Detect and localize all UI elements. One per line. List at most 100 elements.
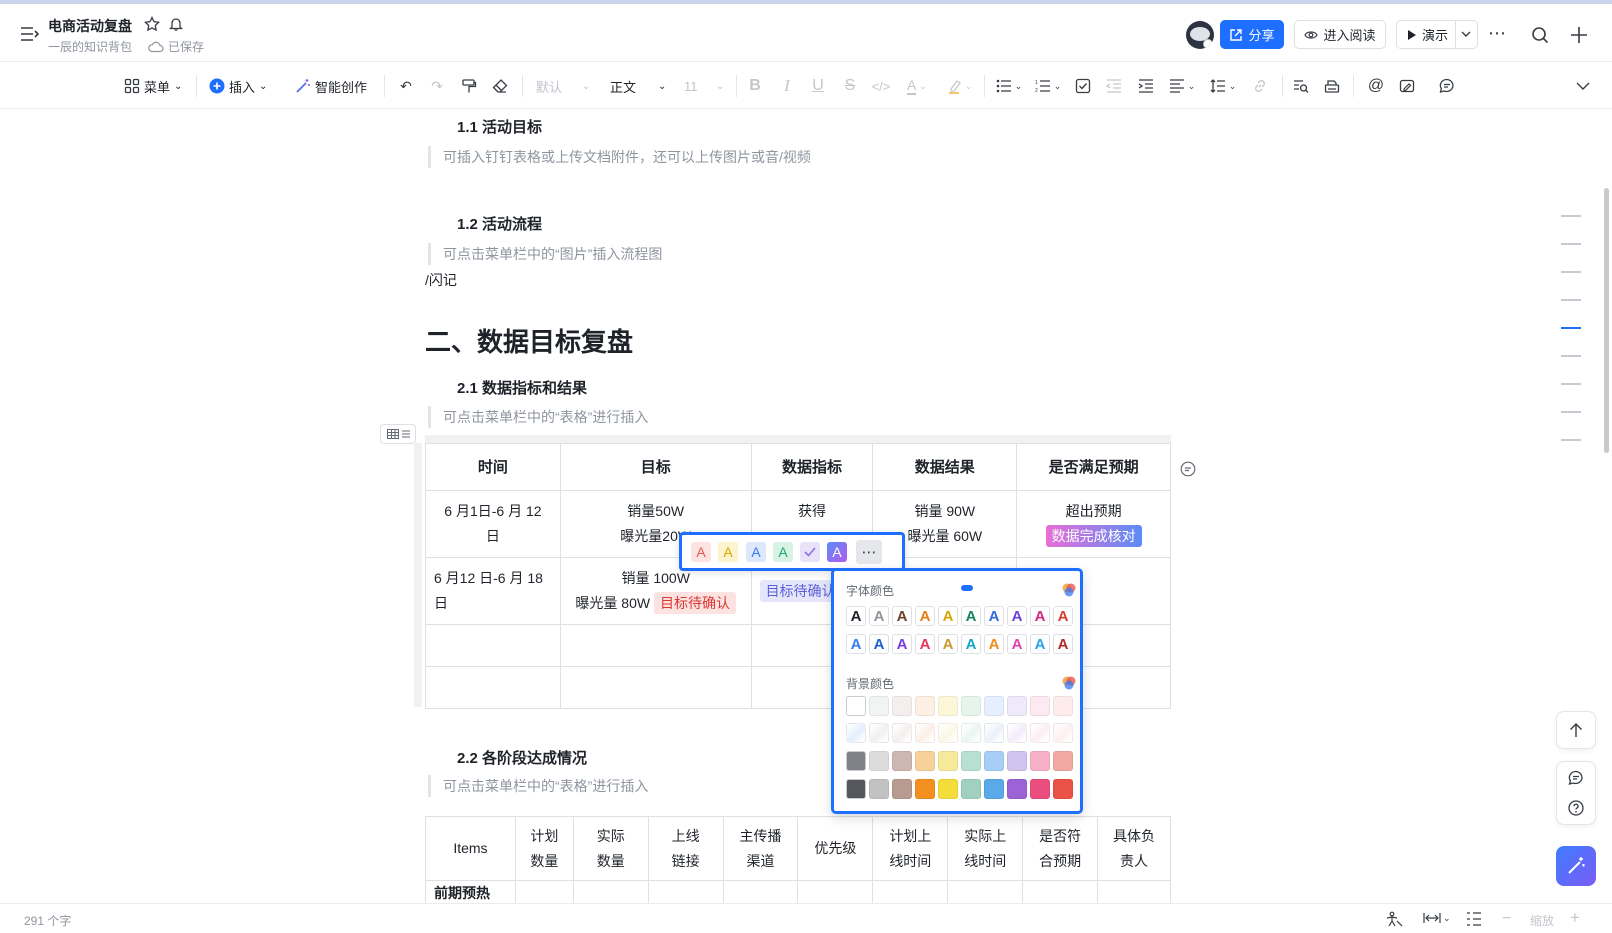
outdent-icon[interactable] xyxy=(1104,76,1124,96)
ai-create-button[interactable]: 智能创作 xyxy=(295,75,367,97)
feedback-icon[interactable] xyxy=(1568,770,1584,786)
more-options-icon[interactable]: ⋯ xyxy=(1488,24,1506,42)
outline-marker[interactable] xyxy=(1561,299,1581,301)
insert-button[interactable]: 插入 ⌄ xyxy=(209,75,267,97)
more-colors-icon[interactable]: ⋯ xyxy=(856,540,882,564)
background-color-swatch[interactable] xyxy=(869,779,889,799)
accessibility-icon[interactable] xyxy=(1385,911,1403,927)
table-column-rail[interactable] xyxy=(425,435,1171,443)
bold-icon[interactable]: B xyxy=(745,76,765,96)
font-color-swatch[interactable]: A xyxy=(915,634,935,654)
ai-assistant-button[interactable] xyxy=(1556,846,1596,886)
column-header[interactable]: 具体负 责人 xyxy=(1097,816,1171,881)
find-replace-icon[interactable] xyxy=(1291,76,1311,96)
background-color-swatch[interactable] xyxy=(1007,696,1027,716)
background-color-swatch[interactable] xyxy=(846,723,866,743)
background-color-swatch[interactable] xyxy=(961,696,981,716)
outline-marker[interactable] xyxy=(1561,383,1581,385)
background-color-swatch[interactable] xyxy=(984,723,1004,743)
table-handle[interactable] xyxy=(380,424,416,444)
column-header[interactable]: 是否符 合预期 xyxy=(1022,816,1099,881)
highlight-icon[interactable]: ⌄ xyxy=(945,76,975,96)
heading-data-review[interactable]: 二、数据目标复盘 xyxy=(425,322,633,359)
background-color-swatch[interactable] xyxy=(892,696,912,716)
reading-mode-button[interactable]: 进入阅读 xyxy=(1294,20,1386,49)
quick-color-purple[interactable] xyxy=(800,542,820,562)
quick-color-green[interactable]: A xyxy=(773,542,793,562)
edit-image-icon[interactable] xyxy=(1397,76,1417,96)
background-color-swatch[interactable] xyxy=(915,696,935,716)
background-color-swatch[interactable] xyxy=(1030,779,1050,799)
typewriter-icon[interactable] xyxy=(1322,76,1342,96)
column-header[interactable]: 上线 链接 xyxy=(647,816,724,881)
outline-marker[interactable] xyxy=(1561,271,1581,273)
zoom-out-icon[interactable]: − xyxy=(1502,910,1511,928)
bullet-list-icon[interactable]: ⌄ xyxy=(994,76,1024,96)
document-title[interactable]: 电商活动复盘 xyxy=(48,16,132,36)
font-color-swatch[interactable]: A xyxy=(892,634,912,654)
column-header-result[interactable]: 数据结果 xyxy=(872,443,1018,491)
bell-icon[interactable] xyxy=(168,16,184,32)
background-color-swatch[interactable] xyxy=(846,696,866,716)
font-color-swatch[interactable]: A xyxy=(1030,634,1050,654)
font-color-swatch[interactable]: A xyxy=(869,606,889,626)
background-color-swatch[interactable] xyxy=(1007,723,1027,743)
help-icon[interactable] xyxy=(1568,800,1584,816)
background-color-swatch[interactable] xyxy=(1007,751,1027,771)
star-icon[interactable] xyxy=(144,16,160,32)
status-tag[interactable]: 数据完成核对 xyxy=(1045,525,1142,547)
font-color-swatch[interactable]: A xyxy=(915,606,935,626)
outline-marker[interactable] xyxy=(1561,243,1581,245)
background-color-swatch[interactable] xyxy=(984,779,1004,799)
background-color-swatch[interactable] xyxy=(938,696,958,716)
outline-marker[interactable] xyxy=(1561,411,1581,413)
column-header-expectation[interactable]: 是否满足预期 xyxy=(1016,443,1171,491)
background-color-swatch[interactable] xyxy=(1053,723,1073,743)
font-color-swatch[interactable]: A xyxy=(1007,634,1027,654)
mention-icon[interactable]: @ xyxy=(1366,76,1386,96)
search-icon[interactable] xyxy=(1531,26,1549,44)
font-color-swatch[interactable]: A xyxy=(1053,606,1073,626)
background-color-swatch[interactable] xyxy=(1030,696,1050,716)
custom-background-color-icon[interactable] xyxy=(1061,675,1077,691)
background-color-swatch[interactable] xyxy=(892,779,912,799)
column-header-time[interactable]: 时间 xyxy=(425,443,561,491)
column-header[interactable]: 实际 数量 xyxy=(572,816,649,881)
status-tag[interactable]: 目标待确认 xyxy=(653,592,736,614)
font-size-select[interactable]: 11 ⌄ xyxy=(684,75,724,97)
font-color-swatch[interactable]: A xyxy=(938,606,958,626)
heading-activity-goal[interactable]: 1.1 活动目标 xyxy=(457,116,542,137)
quick-color-yellow[interactable]: A xyxy=(718,542,738,562)
font-color-swatch[interactable]: A xyxy=(869,634,889,654)
share-button[interactable]: 分享 xyxy=(1220,20,1284,49)
outline-marker[interactable] xyxy=(1561,355,1581,357)
hint-quote[interactable]: 可插入钉钉表格或上传文档附件，还可以上传图片或音/视频 xyxy=(428,146,811,168)
font-color-swatch[interactable]: A xyxy=(892,606,912,626)
background-color-swatch[interactable] xyxy=(961,779,981,799)
table-cell[interactable]: 超出预期 数据完成核对 xyxy=(1016,490,1171,558)
background-color-swatch[interactable] xyxy=(1053,696,1073,716)
background-color-swatch[interactable] xyxy=(1053,779,1073,799)
expand-sidebar-icon[interactable] xyxy=(20,26,40,42)
column-header-metric[interactable]: 数据指标 xyxy=(750,443,874,491)
font-color-swatch[interactable]: A xyxy=(984,606,1004,626)
line-height-icon[interactable]: ⌄ xyxy=(1208,76,1238,96)
column-header-goal[interactable]: 目标 xyxy=(559,443,752,491)
background-color-swatch[interactable] xyxy=(915,779,935,799)
column-header[interactable]: Items xyxy=(425,816,516,881)
heading-data-metrics[interactable]: 2.1 数据指标和结果 xyxy=(457,377,587,398)
zoom-in-icon[interactable]: + xyxy=(1570,908,1580,928)
outline-marker[interactable] xyxy=(1561,215,1581,217)
page-width-toggle[interactable]: ⌄ xyxy=(1423,912,1451,924)
column-header[interactable]: 优先级 xyxy=(797,816,874,881)
vertical-scrollbar[interactable] xyxy=(1604,188,1609,453)
eraser-icon[interactable] xyxy=(490,76,510,96)
hint-quote[interactable]: 可点击菜单栏中的“图片”插入流程图 xyxy=(428,243,662,265)
chevron-down-icon[interactable] xyxy=(1460,25,1472,43)
format-painter-icon[interactable] xyxy=(459,76,479,96)
menu-button[interactable]: 菜单 ⌄ xyxy=(124,75,182,97)
background-color-swatch[interactable] xyxy=(869,696,889,716)
background-color-swatch[interactable] xyxy=(869,723,889,743)
undo-icon[interactable]: ↶ xyxy=(396,76,416,96)
outline-marker[interactable] xyxy=(1561,439,1581,441)
